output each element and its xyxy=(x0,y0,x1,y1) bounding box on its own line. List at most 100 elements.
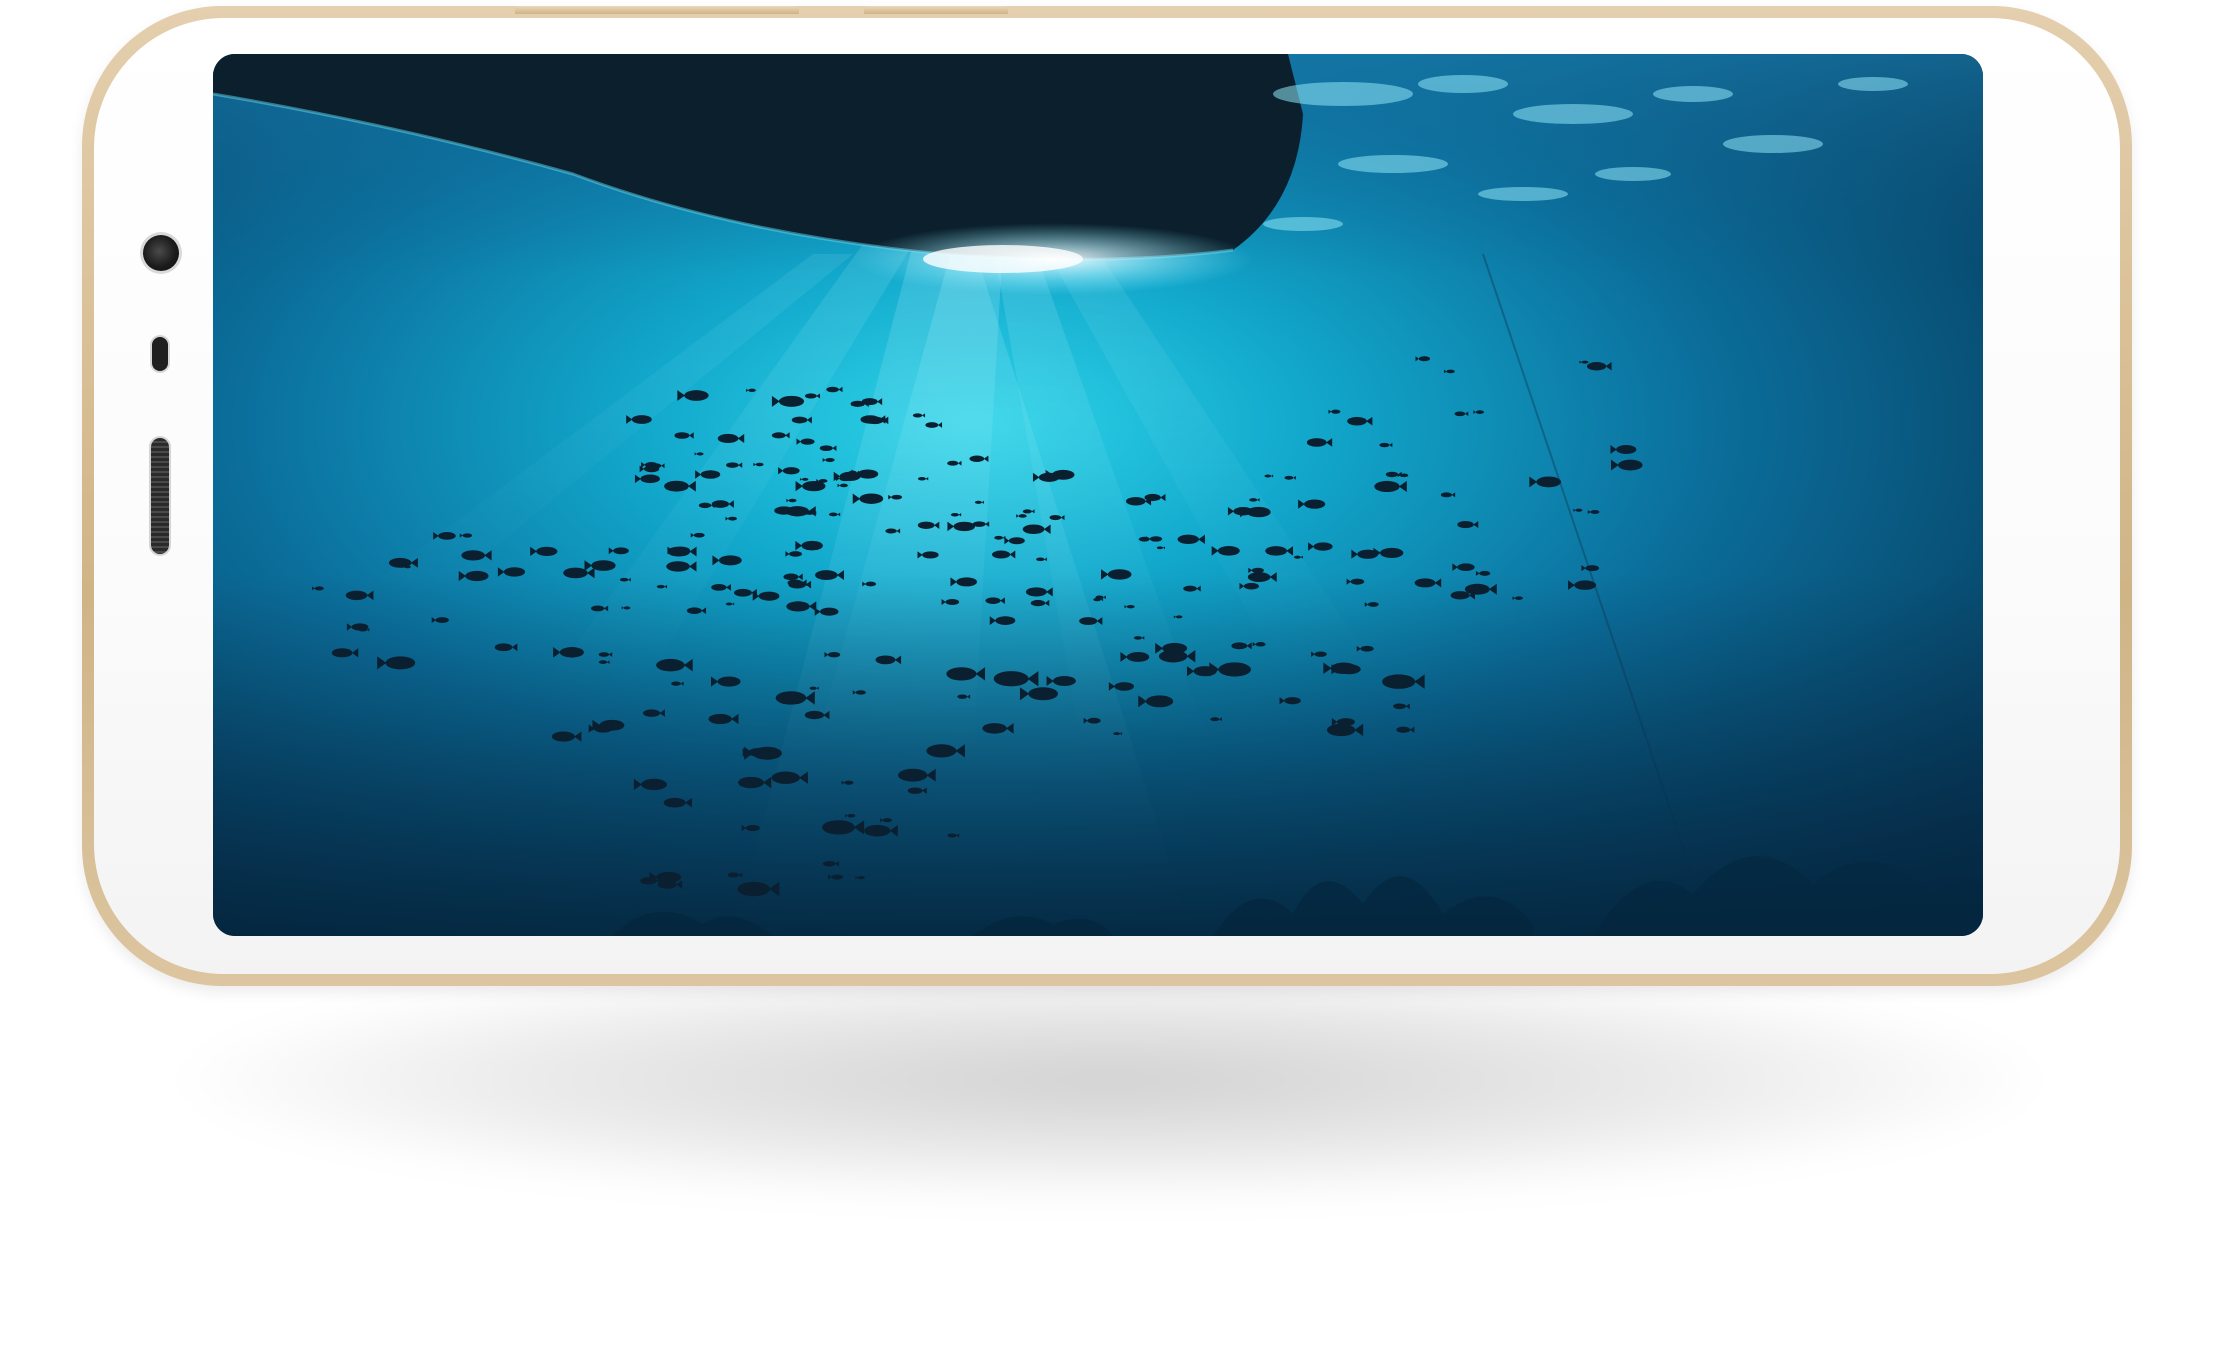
fish xyxy=(462,533,473,538)
fish xyxy=(945,599,960,606)
fish xyxy=(1454,411,1466,417)
fish xyxy=(1217,546,1240,556)
fish xyxy=(804,393,817,399)
fish xyxy=(991,550,1011,559)
fish xyxy=(857,469,879,479)
fish xyxy=(974,500,982,504)
fish xyxy=(1514,596,1523,600)
fish xyxy=(698,502,712,509)
fish xyxy=(494,643,513,652)
fish xyxy=(1414,578,1436,588)
fish xyxy=(882,818,892,823)
fish xyxy=(1418,356,1431,362)
fish xyxy=(711,583,727,591)
fish xyxy=(771,432,786,439)
fish xyxy=(1210,717,1220,722)
fish xyxy=(717,676,741,687)
fish xyxy=(1475,410,1485,414)
fish xyxy=(689,390,698,395)
fish xyxy=(1125,496,1146,506)
fish xyxy=(388,557,412,568)
fish xyxy=(1036,557,1045,562)
fish xyxy=(907,787,923,794)
fish xyxy=(885,528,897,534)
fish xyxy=(922,551,939,559)
fish xyxy=(591,560,616,571)
fish xyxy=(875,655,896,665)
fish xyxy=(1336,718,1355,726)
fish xyxy=(1231,642,1248,650)
fish xyxy=(801,477,809,481)
fish xyxy=(725,602,733,606)
fish xyxy=(1113,732,1121,736)
fish xyxy=(1617,459,1643,471)
fish xyxy=(727,872,740,878)
fish xyxy=(1126,604,1135,609)
fish xyxy=(711,500,730,508)
fish xyxy=(1400,473,1409,478)
fish xyxy=(859,493,884,504)
fish xyxy=(1133,636,1143,640)
fish xyxy=(1479,570,1491,576)
fish xyxy=(847,813,856,818)
fish xyxy=(1052,675,1076,686)
fish xyxy=(1284,697,1301,705)
fish xyxy=(855,690,866,695)
fish xyxy=(844,780,854,785)
fish xyxy=(738,776,764,789)
fish xyxy=(656,658,685,672)
fish xyxy=(465,570,489,582)
fish xyxy=(674,432,690,439)
fish xyxy=(1347,416,1367,426)
product-shot xyxy=(0,0,2218,1362)
fish xyxy=(1049,514,1062,521)
fish xyxy=(819,607,839,616)
fish xyxy=(1360,645,1374,652)
fish xyxy=(778,395,805,407)
fish xyxy=(1382,674,1416,689)
fish xyxy=(536,546,558,557)
fish xyxy=(1022,509,1032,514)
underwater-scene xyxy=(213,54,1983,936)
fish xyxy=(864,824,891,837)
fish xyxy=(775,691,807,705)
fish xyxy=(1025,587,1047,597)
fish xyxy=(1293,555,1301,559)
fish xyxy=(1581,360,1589,364)
fish xyxy=(623,606,631,610)
fish xyxy=(1585,565,1600,572)
fish xyxy=(642,709,661,717)
fish xyxy=(672,546,691,555)
fish xyxy=(358,627,367,632)
fish xyxy=(728,516,737,521)
fish xyxy=(461,550,485,561)
fish xyxy=(671,681,681,686)
fish xyxy=(737,881,771,897)
fish xyxy=(1243,582,1260,590)
fish xyxy=(1093,597,1101,602)
fish xyxy=(891,494,903,500)
phone-screen xyxy=(213,54,1983,936)
fish xyxy=(782,467,800,475)
fish xyxy=(1114,682,1135,691)
fish xyxy=(435,617,449,624)
fish xyxy=(1145,695,1174,708)
fish xyxy=(1387,548,1397,553)
fish xyxy=(1616,445,1637,454)
fish xyxy=(1306,438,1327,447)
fish xyxy=(1574,580,1597,590)
fish xyxy=(786,601,810,612)
fish xyxy=(801,540,823,551)
fish xyxy=(1158,649,1188,663)
fish xyxy=(1087,717,1101,724)
fish xyxy=(788,498,797,503)
fish xyxy=(857,875,865,880)
fish xyxy=(839,483,848,488)
fish xyxy=(1038,472,1060,482)
front-camera-icon xyxy=(143,235,179,271)
fish xyxy=(946,667,977,681)
fish xyxy=(1284,475,1294,480)
fish xyxy=(503,567,526,577)
fish xyxy=(1022,524,1045,534)
fish xyxy=(1265,546,1287,556)
